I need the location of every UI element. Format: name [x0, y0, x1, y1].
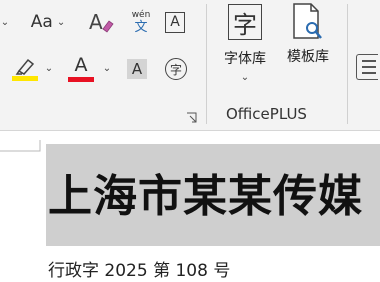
- enclose-characters-icon: 字: [165, 58, 187, 80]
- document-number[interactable]: 行政字 2025 第 108 号: [48, 256, 230, 281]
- phonetic-guide-button[interactable]: wén 文: [126, 6, 156, 38]
- font-library-icon-char: 字: [233, 10, 257, 39]
- chevron-down-icon: ⌄: [240, 72, 250, 83]
- styles-gallery-icon[interactable]: [356, 52, 380, 82]
- template-library-label: 模板库: [287, 49, 329, 65]
- chevron-down-icon[interactable]: ⌄: [100, 58, 114, 78]
- template-library-button[interactable]: 模板库: [278, 0, 338, 70]
- character-border-icon: A: [165, 11, 185, 33]
- chevron-down-icon: ⌄: [56, 16, 66, 28]
- font-color-label: A: [74, 53, 88, 76]
- character-shading-button[interactable]: A: [124, 56, 150, 82]
- font-library-button[interactable]: 字 字体库 ⌄: [216, 0, 274, 90]
- template-search-icon: [293, 3, 322, 39]
- font-size-change-button[interactable]: Aa ⌄: [24, 10, 72, 34]
- text-highlight-button[interactable]: [8, 54, 42, 84]
- font-color-bar: [68, 76, 94, 82]
- chevron-down-icon[interactable]: ⌄: [42, 58, 56, 78]
- enclose-characters-label: 字: [169, 62, 182, 77]
- font-library-icon: 字: [228, 4, 262, 40]
- character-border-label: A: [170, 14, 180, 30]
- font-library-label: 字体库: [224, 51, 266, 67]
- clear-formatting-button[interactable]: A: [86, 8, 116, 36]
- font-size-label: Aa: [30, 12, 53, 32]
- font-dialog-launcher-icon[interactable]: [184, 110, 198, 124]
- enclose-characters-button[interactable]: 字: [162, 55, 190, 83]
- character-border-button[interactable]: A: [162, 9, 188, 35]
- highlighter-icon: [15, 58, 35, 75]
- character-shading-label: A: [131, 60, 143, 78]
- group-separator: [206, 4, 207, 124]
- clear-formatting-icon: A: [89, 10, 114, 34]
- ribbon: ⌄ Aa ⌄ A wén 文 A ⌄ A ⌄ A 字 字 字体库 ⌄ 模板库 O…: [0, 0, 380, 131]
- margin-corner-mark: [0, 140, 41, 152]
- highlight-color-bar: [12, 76, 38, 81]
- officeplus-group-label: OfficePLUS: [226, 105, 307, 123]
- phonetic-guide-pinyin: wén: [131, 9, 151, 20]
- phonetic-guide-char: 文: [134, 19, 148, 35]
- group-separator: [347, 4, 348, 124]
- chevron-down-icon[interactable]: ⌄: [0, 12, 12, 32]
- document-title[interactable]: 上海市某某传媒: [48, 160, 363, 224]
- font-color-button[interactable]: A: [66, 52, 96, 84]
- character-shading-icon: A: [127, 59, 147, 79]
- svg-text:A: A: [89, 10, 103, 34]
